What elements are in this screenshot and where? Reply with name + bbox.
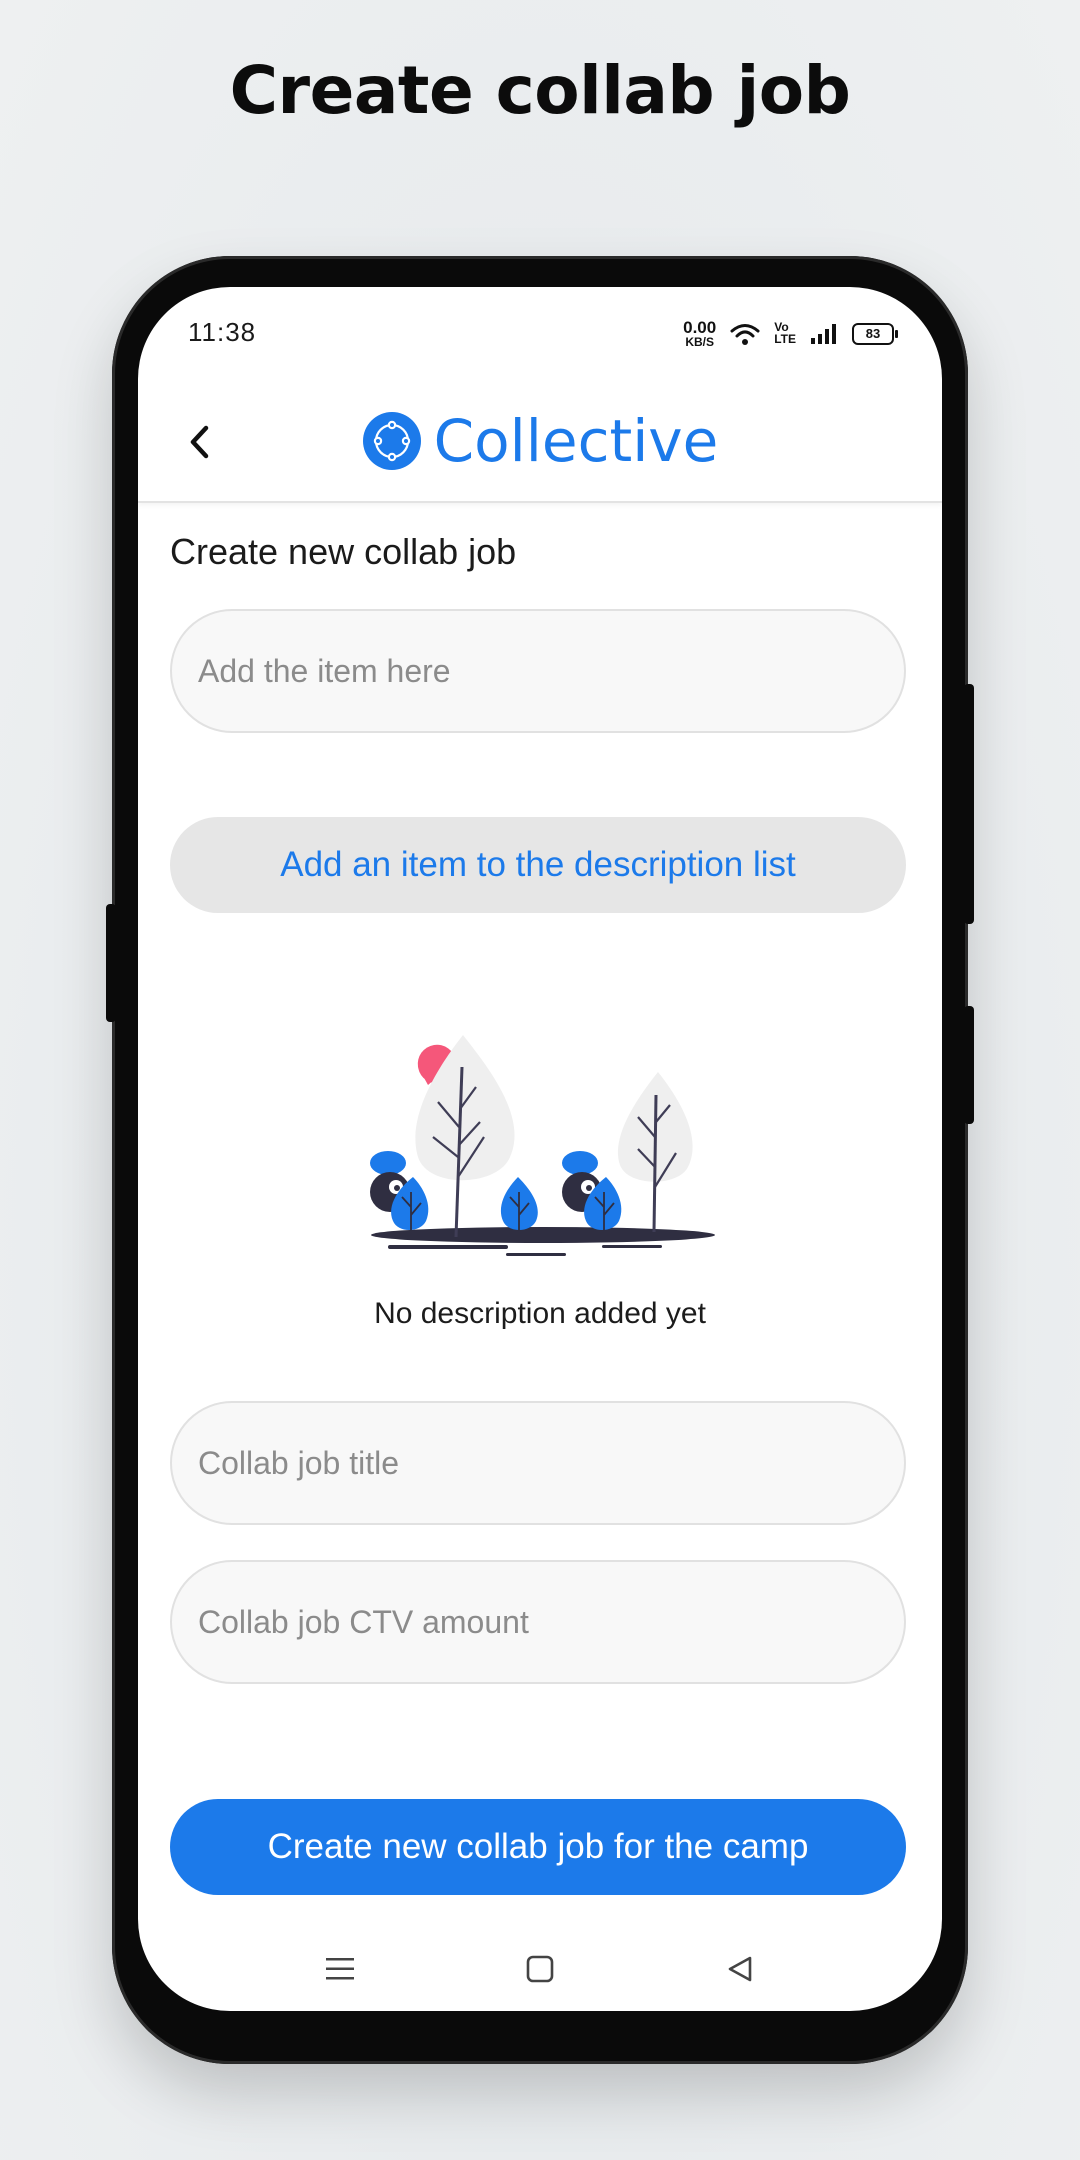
wifi-icon [730, 323, 760, 345]
menu-icon [326, 1958, 354, 1980]
collective-logo-icon [362, 412, 421, 470]
job-title-input[interactable] [170, 1401, 906, 1525]
app-header: Collective [138, 383, 942, 503]
battery-icon: 83 [852, 322, 898, 345]
network-speed: 0.00 KB/S [683, 319, 716, 348]
phone-screen: 11:38 0.00 KB/S Vo LTE 83 Collective Cre… [138, 287, 942, 2011]
triangle-back-icon [728, 1956, 752, 1982]
phone-left-button [106, 904, 116, 1022]
network-speed-unit: KB/S [685, 335, 714, 349]
volte-icon: Vo LTE [774, 321, 796, 346]
square-home-icon [526, 1955, 554, 1983]
status-time: 11:38 [188, 317, 257, 347]
volte-bottom: LTE [774, 331, 796, 346]
page-heading: Create collab job [229, 52, 851, 129]
brand: Collective [138, 407, 942, 475]
app-name: Collective [433, 407, 719, 475]
network-speed-value: 0.00 [683, 318, 717, 337]
nav-home-button[interactable] [520, 1949, 560, 1989]
create-job-button[interactable]: Create new collab job for the camp [170, 1799, 906, 1895]
phone-power-button [964, 684, 974, 924]
battery-level: 83 [865, 326, 881, 341]
nav-menu-button[interactable] [320, 1949, 360, 1989]
add-item-button[interactable]: Add an item to the description list [170, 817, 906, 913]
item-input[interactable] [170, 609, 906, 733]
empty-state-text: No description added yet [374, 1297, 706, 1330]
system-nav-bar [138, 1927, 942, 2011]
signal-icon [811, 323, 836, 344]
nav-back-button[interactable] [720, 1949, 760, 1989]
status-icons: 0.00 KB/S Vo LTE 83 [683, 319, 898, 348]
section-title: Create new collab job [170, 531, 517, 572]
status-bar: 11:38 0.00 KB/S Vo LTE 83 [138, 287, 942, 383]
ctv-amount-input[interactable] [170, 1560, 906, 1684]
empty-state-illustration [370, 1035, 715, 1256]
phone-volume-button [964, 1006, 974, 1124]
